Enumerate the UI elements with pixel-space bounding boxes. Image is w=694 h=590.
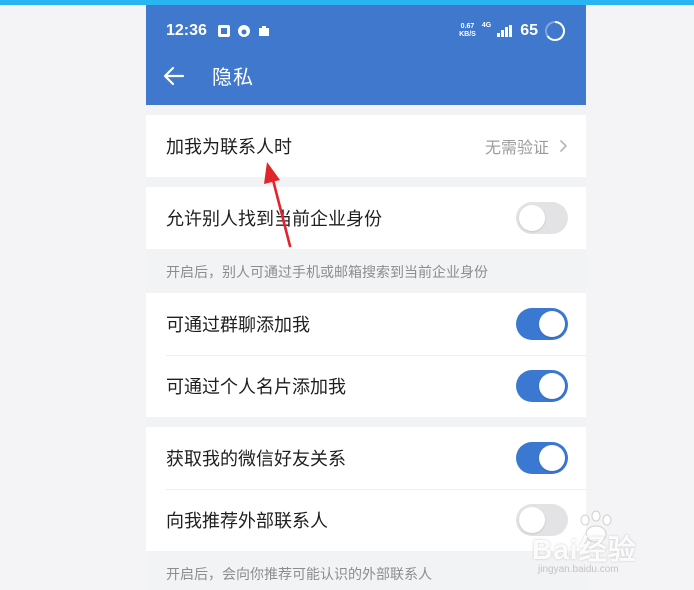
arrow-left-icon[interactable] xyxy=(160,62,188,90)
app-header: 12:36 0.67 KB/S 4G 65 隐私 xyxy=(146,5,586,105)
status-right: 0.67 KB/S 4G 65 xyxy=(459,20,566,42)
status-time: 12:36 xyxy=(166,22,207,39)
add-me-setting-row[interactable]: 加我为联系人时 无需验证 xyxy=(146,115,586,177)
recommend-external-label: 向我推荐外部联系人 xyxy=(166,511,328,532)
signal-icon xyxy=(497,25,513,37)
status-bar: 12:36 0.67 KB/S 4G 65 xyxy=(166,18,566,44)
settings-group-external: 获取我的微信好友关系 向我推荐外部联系人 xyxy=(146,427,586,551)
group-chat-add-row: 可通过群聊添加我 xyxy=(146,293,586,355)
add-me-label: 加我为联系人时 xyxy=(166,137,292,158)
toggle-knob xyxy=(539,445,565,471)
card-add-label: 可通过个人名片添加我 xyxy=(166,377,346,398)
chevron-right-icon xyxy=(559,139,568,153)
toggle-knob xyxy=(539,373,565,399)
page-title: 隐私 xyxy=(212,65,254,89)
app-icon-2 xyxy=(237,24,251,38)
network-type: 4G xyxy=(481,22,492,29)
card-add-row: 可通过个人名片添加我 xyxy=(146,355,586,417)
group-chat-add-label: 可通过群聊添加我 xyxy=(166,315,310,336)
settings-group-identity: 允许别人找到当前企业身份 xyxy=(146,187,586,249)
nav-row: 隐私 xyxy=(160,61,254,90)
recommend-external-toggle[interactable] xyxy=(516,504,568,536)
find-identity-hint: 开启后，别人可通过手机或邮箱搜索到当前企业身份 xyxy=(166,265,488,281)
wechat-friends-row: 获取我的微信好友关系 xyxy=(146,427,586,489)
toggle-knob xyxy=(519,205,545,231)
status-app-icons xyxy=(217,24,271,38)
card-add-toggle[interactable] xyxy=(516,370,568,402)
battery-level: 65 xyxy=(520,22,538,39)
battery-ring-icon xyxy=(544,20,566,42)
toggle-knob xyxy=(519,507,545,533)
recommend-external-hint: 开启后，会向你推荐可能认识的外部联系人 xyxy=(166,567,432,583)
add-me-value: 无需验证 xyxy=(485,134,568,158)
settings-group-add-ways: 可通过群聊添加我 可通过个人名片添加我 xyxy=(146,293,586,417)
find-identity-toggle[interactable] xyxy=(516,202,568,234)
net-speed: 0.67 KB/S xyxy=(459,23,476,38)
toggle-knob xyxy=(539,311,565,337)
find-identity-label: 允许别人找到当前企业身份 xyxy=(166,209,382,230)
wechat-friends-toggle[interactable] xyxy=(516,442,568,474)
wechat-friends-label: 获取我的微信好友关系 xyxy=(166,449,346,470)
settings-group-add: 加我为联系人时 无需验证 xyxy=(146,115,586,177)
group-chat-add-toggle[interactable] xyxy=(516,308,568,340)
app-icon-1 xyxy=(217,24,231,38)
phone-screen: 12:36 0.67 KB/S 4G 65 隐私 加我为联系人时 无需验证 允许… xyxy=(146,5,586,590)
recommend-external-row: 向我推荐外部联系人 xyxy=(146,489,586,551)
app-icon-3 xyxy=(257,24,271,38)
find-identity-row: 允许别人找到当前企业身份 xyxy=(146,187,586,249)
